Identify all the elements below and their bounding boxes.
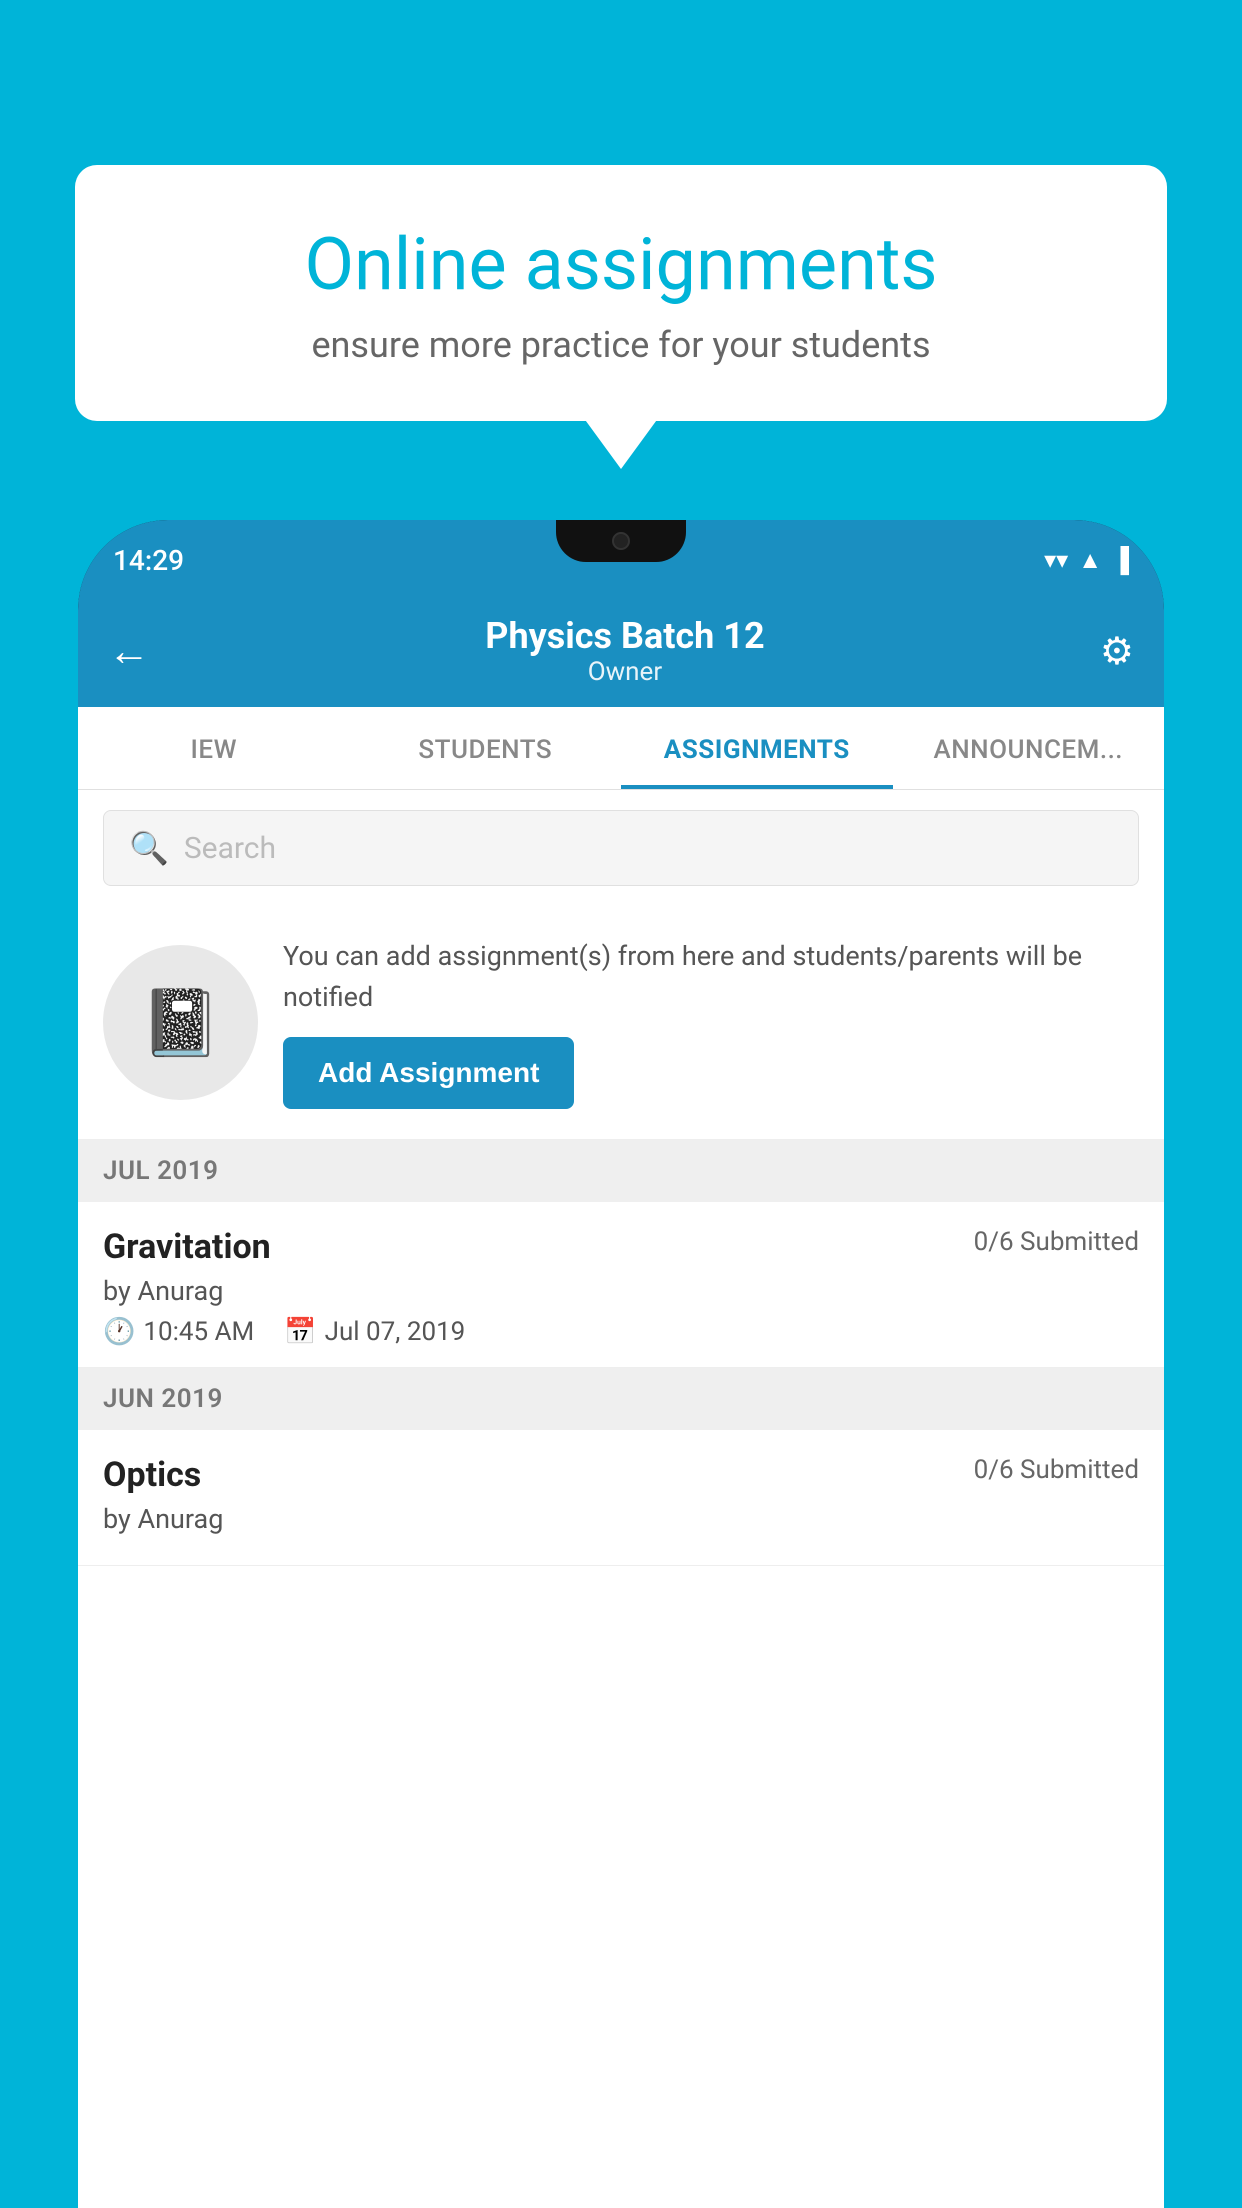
assignment-top: Gravitation 0/6 Submitted: [103, 1227, 1139, 1267]
header-title: Physics Batch 12: [485, 615, 764, 657]
status-icons: ▾▾ ▲ ▐: [1044, 546, 1129, 575]
assignment-meta-gravitation: 🕐 10:45 AM 📅 Jul 07, 2019: [103, 1317, 1139, 1347]
assignment-submitted-optics: 0/6 Submitted: [974, 1455, 1139, 1485]
speech-bubble: Online assignments ensure more practice …: [75, 165, 1167, 421]
calendar-icon: 📅: [284, 1317, 316, 1347]
assignment-item-gravitation[interactable]: Gravitation 0/6 Submitted by Anurag 🕐 10…: [78, 1202, 1164, 1368]
section-header-jun: JUN 2019: [78, 1368, 1164, 1430]
assignment-name-optics: Optics: [103, 1455, 201, 1495]
assignment-by-optics: by Anurag: [103, 1503, 1139, 1535]
promo-right: You can add assignment(s) from here and …: [283, 936, 1139, 1109]
tabs-bar: IEW STUDENTS ASSIGNMENTS ANNOUNCEM...: [78, 707, 1164, 790]
signal-icon: ▲: [1078, 546, 1102, 575]
phone-frame: 14:29 ▾▾ ▲ ▐ ← Physics Batch 12 Owner ⚙ …: [78, 520, 1164, 2208]
time-value-gravitation: 10:45 AM: [143, 1317, 254, 1347]
notebook-icon: 📓: [140, 985, 221, 1061]
clock-icon: 🕐: [103, 1317, 135, 1347]
assignment-top-optics: Optics 0/6 Submitted: [103, 1455, 1139, 1495]
notch: [556, 520, 686, 562]
section-header-jul: JUL 2019: [78, 1140, 1164, 1202]
promo-icon-circle: 📓: [103, 945, 258, 1100]
battery-icon: ▐: [1112, 546, 1129, 575]
search-bar[interactable]: 🔍 Search: [103, 810, 1139, 886]
bubble-subtitle: ensure more practice for your students: [130, 324, 1112, 366]
back-button[interactable]: ←: [108, 627, 150, 676]
tab-announcements[interactable]: ANNOUNCEM...: [893, 707, 1165, 789]
header-center: Physics Batch 12 Owner: [485, 615, 764, 687]
search-input-placeholder[interactable]: Search: [184, 831, 276, 866]
bubble-title: Online assignments: [130, 225, 1112, 304]
tab-assignments[interactable]: ASSIGNMENTS: [621, 707, 893, 789]
promo-section: 📓 You can add assignment(s) from here an…: [78, 906, 1164, 1140]
assignment-submitted-gravitation: 0/6 Submitted: [974, 1227, 1139, 1257]
wifi-icon: ▾▾: [1044, 546, 1068, 574]
date-value-gravitation: Jul 07, 2019: [325, 1317, 466, 1347]
promo-description: You can add assignment(s) from here and …: [283, 936, 1139, 1017]
add-assignment-button[interactable]: Add Assignment: [283, 1037, 574, 1109]
assignment-item-optics[interactable]: Optics 0/6 Submitted by Anurag: [78, 1430, 1164, 1566]
assignment-date-gravitation: 📅 Jul 07, 2019: [284, 1317, 465, 1347]
search-icon: 🔍: [129, 829, 169, 867]
camera: [612, 532, 630, 550]
assignment-time-gravitation: 🕐 10:45 AM: [103, 1317, 254, 1347]
assignment-name-gravitation: Gravitation: [103, 1227, 271, 1267]
tab-students[interactable]: STUDENTS: [350, 707, 622, 789]
settings-button[interactable]: ⚙: [1100, 629, 1134, 674]
tab-iew[interactable]: IEW: [78, 707, 350, 789]
status-time: 14:29: [113, 544, 184, 577]
search-container: 🔍 Search: [78, 790, 1164, 906]
status-bar: 14:29 ▾▾ ▲ ▐: [78, 520, 1164, 600]
assignment-by-gravitation: by Anurag: [103, 1275, 1139, 1307]
header-subtitle: Owner: [485, 657, 764, 687]
screen-content: 🔍 Search 📓 You can add assignment(s) fro…: [78, 790, 1164, 2208]
app-header: ← Physics Batch 12 Owner ⚙: [78, 600, 1164, 707]
